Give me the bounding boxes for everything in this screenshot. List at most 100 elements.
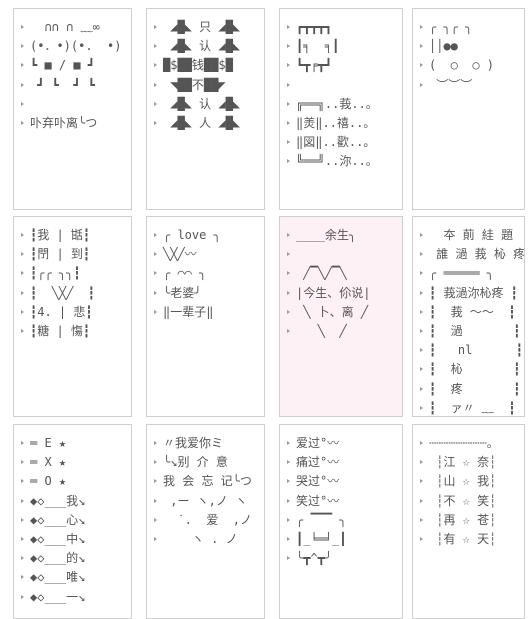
bullet-icon	[419, 264, 427, 283]
kaomoji-lines: 爱过°〰 痛过°〰 哭过°〰 笑过°〰 ╭ ▔▔▔ ╮ ┃_╘═╛_┃ ╰┳^┳╯	[280, 425, 402, 568]
bullet-icon	[419, 511, 427, 530]
kaomoji-line-text: ┄┄┄┄┄┄┄┄。	[429, 436, 499, 450]
bullet-icon	[286, 284, 294, 303]
kaomoji-line-text: ◆◇___中↘	[30, 531, 86, 546]
kaomoji-line: ╭ ⌒⌒ ╮	[153, 264, 264, 283]
kaomoji-line: ┆江 ☆ 奈┆	[419, 453, 524, 472]
kaomoji-line: ┆不 ☆ 笑┆	[419, 492, 524, 511]
kaomoji-line-text: ┗ ■ / ■ ┛	[30, 58, 96, 73]
kaomoji-line-text: ┇我 | 甛┇	[30, 228, 91, 242]
kaomoji-card[interactable]: ╭ love ╮ ╲╳╱〰 ╭ ⌒⌒ ╮ ╰老婆╯ ‖一辈子‖	[146, 216, 265, 417]
kaomoji-line: 我 会 忘 记╰つ	[153, 472, 264, 491]
kaomoji-line-text: ◢█◣ 认 ◢█◣	[163, 39, 241, 54]
kaomoji-card[interactable]: ┇我 | 甛┇ ┇閅 | 到┇ ┇╭╭ ╮╮┇ ┇ ╲╳╱ ┇ ┇4. | 悲┇ ┇糖 |…	[13, 216, 132, 417]
kaomoji-card[interactable]: ┄┄┄┄┄┄┄┄。 ┆江 ☆ 奈┆ ┆山 ☆ 我┆ ┆不 ☆ 笑┆ ┆再 ☆ 苍…	[412, 424, 525, 619]
kaomoji-line-text: ◆◇___心↘	[30, 512, 86, 527]
kaomoji-card[interactable]: ◢█◣ 只 ◢█◣ ◢█◣ 认 ◢█◣ █$██钱██$█ ◥██不██◤ ◢█◣…	[146, 8, 265, 210]
kaomoji-card[interactable]: 〃我爱你ミ ╰↘别 介 意我 会 忘 记╰つ ,ー ヽ,ノ ヽ ˙. 爱 ,ノ ヽ…	[146, 424, 265, 619]
kaomoji-line-text: ═ E ★	[30, 436, 67, 450]
bullet-icon	[419, 341, 427, 360]
kaomoji-line-text: ┆再 ☆ 苍┆	[429, 512, 497, 527]
bullet-icon	[286, 133, 294, 152]
bullet-icon	[286, 434, 294, 453]
kaomoji-line: ˙. 爱 ,ノ	[153, 511, 264, 530]
kaomoji-lines: ╭ love ╮ ╲╳╱〰 ╭ ⌒⌒ ╮ ╰老婆╯ ‖一辈子‖	[147, 217, 264, 322]
kaomoji-lines: ╭ ╮╭ ╮ ││●● ( ○ ○ ) ︶︶︶	[413, 9, 524, 95]
kaomoji-line: ╭ love ╮	[153, 226, 264, 245]
kaomoji-line-text: 〃我爱你ミ	[163, 436, 224, 450]
kaomoji-line-text: ┇ 疼 ┇	[429, 381, 521, 396]
bullet-icon	[286, 492, 294, 511]
bullet-icon	[419, 492, 427, 511]
bullet-icon	[286, 37, 294, 56]
bullet-icon	[419, 472, 427, 491]
kaomoji-line: ╰↘别 介 意	[153, 453, 264, 472]
bullet-icon	[20, 588, 28, 607]
kaomoji-line	[286, 245, 402, 264]
kaomoji-line-text: 哭过°〰	[296, 474, 340, 489]
kaomoji-card[interactable]: ∩∩ ∩ ﹏∞ (•．•)(•. •) ┗ ■ / ■ ┛ ┛ ┗ ┛ ┗ 卟弃卟离╰…	[13, 8, 132, 210]
bullet-icon	[153, 245, 161, 264]
kaomoji-line-text: ∩∩ ∩ ﹏∞	[30, 20, 100, 34]
kaomoji-line: 夲 萴 絓 題	[419, 226, 524, 245]
bullet-icon	[286, 226, 294, 245]
bullet-icon	[153, 56, 161, 75]
bullet-icon	[153, 226, 161, 245]
kaomoji-line: ╭ ╮╭ ╮	[419, 18, 524, 37]
kaomoji-line: ◆◇___中↘	[20, 530, 131, 549]
bullet-icon	[20, 245, 28, 264]
bullet-icon	[286, 95, 294, 114]
bullet-icon	[153, 114, 161, 133]
bullet-icon	[20, 303, 28, 322]
kaomoji-line-text: ◢█◣ 人 ◢█◣	[163, 115, 241, 130]
bullet-icon	[286, 322, 294, 341]
kaomoji-card[interactable]: ═ E ★ ═ X ★ ═ O ★ ◆◇___我↘ ◆◇___心↘ ◆◇___中↘ ◆◇__…	[13, 424, 132, 619]
kaomoji-line: ╭ ▔▔▔ ╮	[286, 511, 402, 530]
bullet-icon	[419, 226, 427, 245]
kaomoji-line-text: ︶︶︶	[429, 77, 473, 92]
kaomoji-line: ◆◇___的↘	[20, 549, 131, 568]
kaomoji-line: ◆◇___我↘	[20, 492, 131, 511]
bullet-icon	[153, 76, 161, 95]
kaomoji-line-text: █$██钱██$█	[163, 58, 233, 73]
kaomoji-line-text: ┇╭╭ ╮╮┇	[30, 266, 81, 281]
kaomoji-lines: ◢█◣ 只 ◢█◣ ◢█◣ 认 ◢█◣ █$██钱██$█ ◥██不██◤ ◢█◣…	[147, 9, 264, 133]
kaomoji-line-text: ═ O ★	[30, 474, 67, 489]
kaomoji-line-text: ┆山 ☆ 我┆	[429, 474, 497, 489]
bullet-icon	[286, 152, 294, 171]
kaomoji-line-text: ┃╕ ╕┃	[296, 39, 340, 54]
kaomoji-card[interactable]: ╭ ╮╭ ╮ ││●● ( ○ ○ ) ︶︶︶	[412, 8, 525, 210]
bullet-icon	[153, 530, 161, 549]
kaomoji-line-text: ┇ 莪 ～～ ┇	[429, 304, 516, 319]
kaomoji-line: ╲ ╱	[286, 322, 402, 341]
kaomoji-line-text: ╲ ╱	[296, 323, 347, 338]
kaomoji-card[interactable]: ____余生╮ ╱▔╲╱▔╲ |今生、伱说| ╲ 卜、离 ╱ ╲ ╱	[279, 216, 403, 417]
kaomoji-line-text: 卟弃卟离╰つ	[30, 115, 98, 130]
kaomoji-lines: 夲 萴 絓 題 誰 濄 莪 杺 疼 ╭ ═════ ╮ ┇ 莪濄沵杺疼 ┇ ┇ 莪 ～…	[413, 217, 524, 416]
kaomoji-line: ╔══╗..莪..。	[286, 95, 402, 114]
kaomoji-line-text: ┇ 杺 ┇	[429, 362, 521, 377]
kaomoji-line: ┇ 疼 ┇	[419, 380, 524, 399]
kaomoji-line: ◥██不██◤	[153, 76, 264, 95]
kaomoji-line: ◆◇___唯↘	[20, 568, 131, 587]
kaomoji-line-text: ____余生╮	[296, 228, 357, 242]
bullet-icon	[20, 264, 28, 283]
kaomoji-line: ┇閅 | 到┇	[20, 245, 131, 264]
kaomoji-line-text: ┇ ╲╳╱ ┇	[30, 285, 96, 300]
bullet-icon	[419, 303, 427, 322]
kaomoji-line-text: ◆◇___我↘	[30, 493, 86, 508]
bullet-icon	[286, 472, 294, 491]
kaomoji-line: ◢█◣ 认 ◢█◣	[153, 37, 264, 56]
bullet-icon	[419, 453, 427, 472]
bullet-icon	[153, 511, 161, 530]
kaomoji-line: 〃我爱你ミ	[153, 434, 264, 453]
kaomoji-line-text: ││●●	[429, 39, 458, 54]
kaomoji-line: ‖羙‖..禧..。	[286, 114, 402, 133]
kaomoji-line-text: ═ X ★	[30, 455, 67, 470]
kaomoji-line: ═ O ★	[20, 472, 131, 491]
kaomoji-card[interactable]: 夲 萴 絓 題 誰 濄 莪 杺 疼 ╭ ═════ ╮ ┇ 莪濄沵杺疼 ┇ ┇ 莪 ～…	[412, 216, 525, 417]
kaomoji-card[interactable]: ┏┳┳┳┓ ┃╕ ╕┃ ┗┳╒┳┛ ╔══╗..莪..。 ‖羙‖..禧..。 ‖図‖..歡…	[279, 8, 403, 210]
kaomoji-card[interactable]: 爱过°〰 痛过°〰 哭过°〰 笑过°〰 ╭ ▔▔▔ ╮ ┃_╘═╛_┃ ╰┳^┳╯	[279, 424, 403, 619]
kaomoji-line: ═ E ★	[20, 434, 131, 453]
kaomoji-line-text: 我 会 忘 记╰つ	[163, 474, 252, 489]
